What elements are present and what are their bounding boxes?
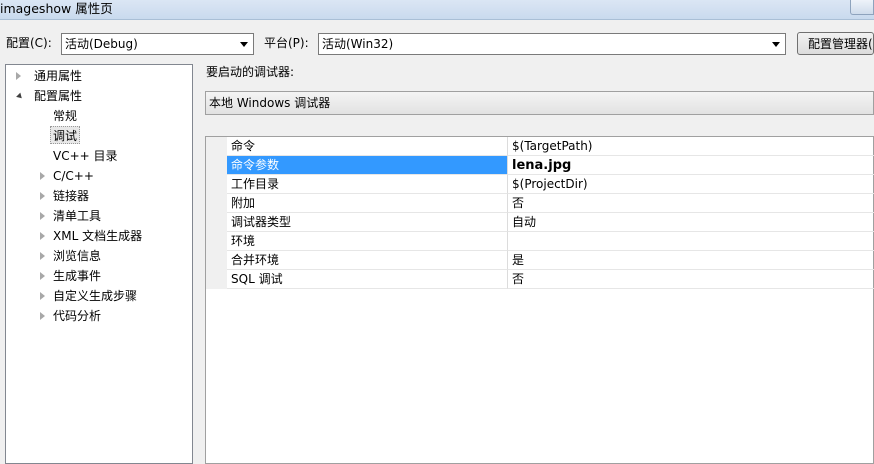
close-icon[interactable] xyxy=(850,0,874,15)
tree-item-label: 链接器 xyxy=(53,189,90,203)
chevron-down-icon xyxy=(772,42,780,47)
config-label: 配置(C): xyxy=(6,36,52,50)
property-row-attach[interactable]: 附加 否 xyxy=(227,194,874,213)
tree-item-label: C/C++ xyxy=(53,169,94,183)
property-grid-gutter xyxy=(206,137,227,289)
debugger-select[interactable]: 本地 Windows 调试器 xyxy=(205,91,874,115)
property-row-command[interactable]: 命令 $(TargetPath) xyxy=(227,137,874,156)
tree-item-label: 调试 xyxy=(53,129,78,143)
expand-arrow-icon[interactable] xyxy=(40,252,45,260)
tree-item-label: 浏览信息 xyxy=(53,249,102,263)
property-name: 合并环境 xyxy=(227,251,508,270)
tree-item-label: 配置属性 xyxy=(34,89,83,103)
expand-arrow-icon[interactable] xyxy=(40,192,45,200)
debugger-select-value: 本地 Windows 调试器 xyxy=(209,96,331,110)
tree-item-label: VC++ 目录 xyxy=(53,149,118,163)
tree-item-xml-doc-generator[interactable]: XML 文档生成器 xyxy=(6,227,192,245)
expand-arrow-icon[interactable] xyxy=(40,172,45,180)
platform-select[interactable]: 活动(Win32) xyxy=(318,33,786,55)
property-row-environment[interactable]: 环境 xyxy=(227,232,874,251)
tree-item-browse-info[interactable]: 浏览信息 xyxy=(6,247,192,265)
platform-select-value: 活动(Win32) xyxy=(322,37,394,51)
expand-arrow-icon[interactable] xyxy=(40,212,45,220)
property-tree: 通用属性 配置属性 常规 调试 VC++ 目录 C/C++ 链接器 清单工具 X… xyxy=(5,64,193,464)
config-select[interactable]: 活动(Debug) xyxy=(61,33,254,55)
tree-item-code-analysis[interactable]: 代码分析 xyxy=(6,307,192,325)
config-select-value: 活动(Debug) xyxy=(65,37,138,51)
tree-item-vc-directories[interactable]: VC++ 目录 xyxy=(50,147,130,165)
tree-item-general[interactable]: 常规 xyxy=(50,107,110,125)
window-title: imageshow 属性页 xyxy=(0,1,113,16)
property-name: 环境 xyxy=(227,232,508,251)
tree-item-label: 自定义生成步骤 xyxy=(53,289,138,303)
property-row-merge-environment[interactable]: 合并环境 是 xyxy=(227,251,874,270)
property-value[interactable]: $(TargetPath) xyxy=(508,137,874,156)
title-bar: imageshow 属性页 xyxy=(0,0,874,20)
property-grid: 命令 $(TargetPath) 命令参数 lena.jpg 工作目录 $(Pr… xyxy=(205,136,874,464)
config-manager-button-label: 配置管理器(O)... xyxy=(808,37,873,51)
property-value[interactable]: lena.jpg xyxy=(508,156,874,175)
tree-item-label: 通用属性 xyxy=(34,69,83,83)
expand-arrow-icon[interactable] xyxy=(40,312,45,320)
tree-item-label: 生成事件 xyxy=(53,269,102,283)
property-name: 命令参数 xyxy=(227,156,508,175)
property-name: 调试器类型 xyxy=(227,213,508,232)
tree-item-c-cpp[interactable]: C/C++ xyxy=(6,167,192,185)
property-row-working-directory[interactable]: 工作目录 $(ProjectDir) xyxy=(227,175,874,194)
tree-item-manifest-tool[interactable]: 清单工具 xyxy=(6,207,192,225)
property-value[interactable]: 是 xyxy=(508,251,874,270)
tree-item-label: 常规 xyxy=(53,109,78,123)
tree-item-linker[interactable]: 链接器 xyxy=(6,187,192,205)
property-value[interactable]: 否 xyxy=(508,270,874,289)
property-name: 命令 xyxy=(227,137,508,156)
property-row-command-arguments[interactable]: 命令参数 lena.jpg xyxy=(227,156,874,175)
debugger-label: 要启动的调试器: xyxy=(206,65,295,79)
expand-arrow-icon[interactable] xyxy=(40,232,45,240)
platform-label: 平台(P): xyxy=(264,36,309,50)
property-value[interactable]: 否 xyxy=(508,194,874,213)
tree-item-build-events[interactable]: 生成事件 xyxy=(6,267,192,285)
tree-item-label: 代码分析 xyxy=(53,309,102,323)
tree-item-config-properties[interactable]: 配置属性 xyxy=(6,87,192,105)
property-row-debugger-type[interactable]: 调试器类型 自动 xyxy=(227,213,874,232)
tree-item-debugging[interactable]: 调试 xyxy=(50,126,80,144)
property-value[interactable]: 自动 xyxy=(508,213,874,232)
config-manager-button[interactable]: 配置管理器(O)... xyxy=(797,32,874,55)
expand-arrow-icon[interactable] xyxy=(40,292,45,300)
tree-item-label: 清单工具 xyxy=(53,209,102,223)
property-name: 工作目录 xyxy=(227,175,508,194)
property-row-sql-debugging[interactable]: SQL 调试 否 xyxy=(227,270,874,289)
property-name: 附加 xyxy=(227,194,508,213)
expand-arrow-icon[interactable] xyxy=(16,72,21,80)
tree-item-custom-build-step[interactable]: 自定义生成步骤 xyxy=(6,287,192,305)
chevron-down-icon xyxy=(240,42,248,47)
property-value[interactable]: $(ProjectDir) xyxy=(508,175,874,194)
property-value[interactable] xyxy=(508,232,874,251)
tree-item-common-properties[interactable]: 通用属性 xyxy=(6,67,192,85)
collapse-arrow-icon[interactable] xyxy=(16,92,24,101)
expand-arrow-icon[interactable] xyxy=(40,272,45,280)
tree-item-label: XML 文档生成器 xyxy=(53,229,143,243)
property-name: SQL 调试 xyxy=(227,270,508,289)
